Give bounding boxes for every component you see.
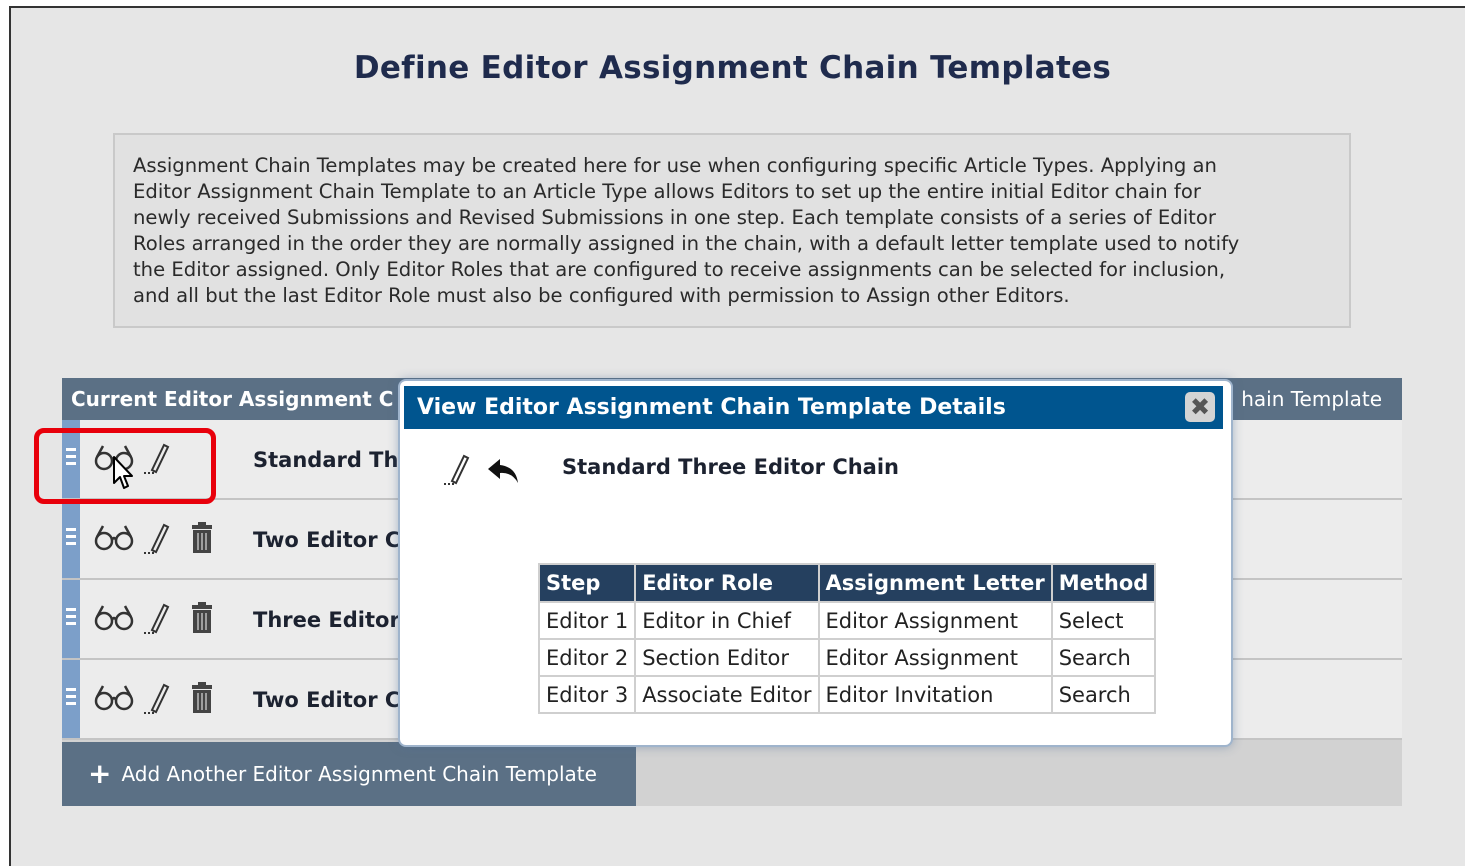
column-header: Method	[1050, 563, 1157, 603]
table-row: Editor 1 Editor in Chief Editor Assignme…	[537, 601, 1157, 640]
table-cell: Associate Editor	[634, 675, 820, 714]
description-line: the Editor assigned. Only Editor Roles t…	[133, 258, 1226, 281]
undo-arrow-icon[interactable]	[486, 457, 520, 485]
description-line: Assignment Chain Templates may be create…	[133, 154, 1217, 177]
modal-title: View Editor Assignment Chain Template De…	[417, 395, 1006, 420]
glasses-icon[interactable]	[94, 682, 134, 712]
table-cell: Editor 3	[537, 675, 637, 714]
description-line: Editor Assignment Chain Template to an A…	[133, 180, 1201, 203]
table-cell: Editor in Chief	[634, 601, 820, 640]
table-row: Editor 2 Section Editor Editor Assignmen…	[537, 638, 1157, 677]
drag-handle[interactable]	[62, 580, 80, 658]
table-cell: Editor Assignment	[817, 638, 1053, 677]
close-icon[interactable]: ✖	[1185, 392, 1215, 422]
table-cell: Search	[1050, 675, 1157, 714]
trash-icon[interactable]	[190, 682, 214, 714]
pencil-icon[interactable]	[142, 522, 172, 556]
list-header-label-right: hain Template	[1241, 387, 1382, 411]
table-cell: Editor 2	[537, 638, 637, 677]
table-cell: Editor 1	[537, 601, 637, 640]
table-cell: Editor Assignment	[817, 601, 1053, 640]
table-cell: Editor Invitation	[817, 675, 1053, 714]
modal-header: View Editor Assignment Chain Template De…	[404, 386, 1223, 429]
pencil-icon[interactable]	[142, 682, 172, 716]
add-template-label: Add Another Editor Assignment Chain Temp…	[121, 762, 597, 786]
plus-icon: +	[88, 757, 112, 790]
table-cell: Section Editor	[634, 638, 820, 677]
drag-handle[interactable]	[62, 500, 80, 578]
drag-handle[interactable]	[62, 660, 80, 738]
mouse-cursor-icon	[113, 456, 133, 489]
description-line: Roles arranged in the order they are nor…	[133, 232, 1240, 255]
template-title: Standard Three Editor Chain	[562, 455, 900, 479]
table-row: Editor 3 Associate Editor Editor Invitat…	[537, 675, 1157, 714]
glasses-icon[interactable]	[94, 602, 134, 632]
template-name[interactable]: Two Editor C	[253, 660, 403, 740]
list-header-label: Current Editor Assignment C	[71, 387, 394, 411]
glasses-icon[interactable]	[94, 522, 134, 552]
template-name[interactable]: Standard Th	[253, 420, 403, 500]
trash-icon[interactable]	[190, 522, 214, 554]
description-line: and all but the last Editor Role must al…	[133, 284, 1070, 307]
table-cell: Search	[1050, 638, 1157, 677]
column-header: Assignment Letter	[817, 563, 1053, 603]
description-box: Assignment Chain Templates may be create…	[113, 133, 1351, 328]
table-cell: Select	[1050, 601, 1157, 640]
steps-table: Step Editor Role Assignment Letter Metho…	[537, 563, 1157, 714]
template-details-modal: View Editor Assignment Chain Template De…	[398, 379, 1233, 747]
description-line: newly received Submissions and Revised S…	[133, 206, 1216, 229]
template-name[interactable]: Three Editor	[253, 580, 403, 660]
add-template-button[interactable]: + Add Another Editor Assignment Chain Tem…	[62, 742, 636, 806]
pencil-icon[interactable]	[442, 453, 472, 487]
trash-icon[interactable]	[190, 602, 214, 634]
page-title: Define Editor Assignment Chain Templates	[353, 50, 1112, 86]
table-header-row: Step Editor Role Assignment Letter Metho…	[537, 563, 1157, 603]
column-header: Editor Role	[634, 563, 820, 603]
column-header: Step	[537, 563, 637, 603]
template-name[interactable]: Two Editor C	[253, 500, 403, 580]
pencil-icon[interactable]	[142, 602, 172, 636]
